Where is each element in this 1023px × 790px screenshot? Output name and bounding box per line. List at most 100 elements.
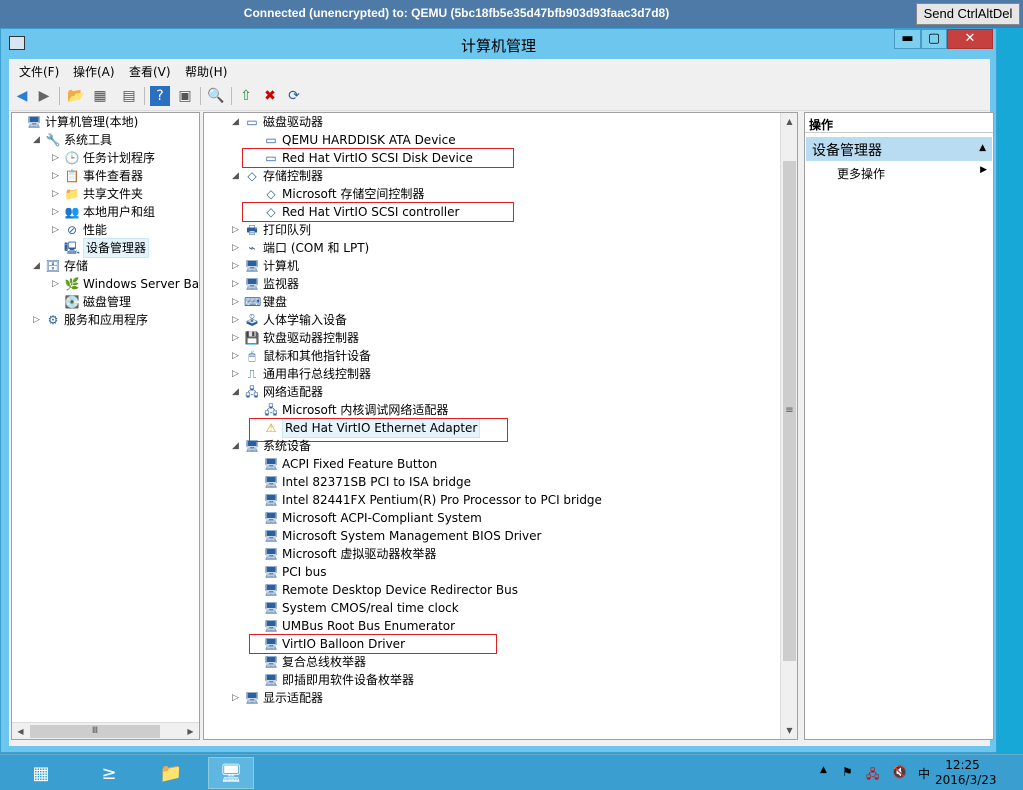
volume-muted-icon[interactable]: 🔇: [892, 765, 907, 779]
nav-node-label: 设备管理器: [83, 238, 150, 258]
device-vertical-scrollbar[interactable]: ▲ ≡ ▼: [780, 113, 797, 739]
clock-date: 2016/3/23: [935, 773, 997, 787]
network-adapter-icon: 🖧: [264, 403, 278, 417]
actions-header: 操作: [805, 113, 993, 133]
services-apps-icon: ⚙: [47, 313, 59, 327]
expand-arrow-icon[interactable]: ▷: [232, 275, 242, 293]
device-node-label: Remote Desktop Device Redirector Bus: [282, 583, 518, 597]
expand-arrow-icon[interactable]: ▷: [232, 311, 242, 329]
event-viewer-icon: 📋: [64, 169, 80, 183]
scroll-down-arrow-icon[interactable]: ▼: [781, 722, 797, 739]
expand-arrow-icon[interactable]: ▷: [52, 203, 62, 221]
port-icon: ⌁: [248, 241, 256, 255]
expand-arrow-icon[interactable]: ▷: [52, 275, 62, 293]
monitor-icon: 🖥: [244, 277, 260, 291]
minimize-button[interactable]: ▬: [894, 29, 921, 49]
scroll-left-arrow-icon[interactable]: ◀: [12, 723, 29, 739]
collapse-arrow-icon[interactable]: ◢: [33, 257, 43, 275]
back-arrow-icon[interactable]: ◀: [12, 86, 32, 106]
left-horizontal-scrollbar[interactable]: ◀ Ⅲ ▶: [12, 722, 199, 739]
nav-node-label: 系统工具: [64, 133, 113, 147]
expand-arrow-icon[interactable]: ▷: [52, 185, 62, 203]
device-node-label: 键盘: [263, 295, 288, 309]
network-error-icon[interactable]: 🖧: [866, 765, 879, 786]
close-button[interactable]: ✕: [947, 29, 993, 49]
expand-arrow-icon[interactable]: ▷: [52, 167, 62, 185]
tray-expand-icon[interactable]: ▲: [820, 765, 827, 775]
scroll-up-arrow-icon[interactable]: ▲: [781, 113, 797, 130]
collapse-arrow-icon[interactable]: ◢: [232, 383, 242, 401]
device-scroll-thumb[interactable]: ≡: [783, 161, 796, 661]
uninstall-device-icon[interactable]: ✖: [260, 86, 280, 106]
system-device-icon: 🖥: [263, 619, 279, 633]
maximize-button[interactable]: ▢: [921, 29, 947, 49]
system-tools-icon: 🔧: [45, 133, 61, 147]
collapse-arrow-icon[interactable]: ◢: [232, 167, 242, 185]
device-node-label: Intel 82441FX Pentium(R) Pro Processor t…: [282, 493, 602, 507]
properties-icon[interactable]: ▤: [119, 86, 139, 106]
more-actions-item[interactable]: 更多操作: [837, 165, 885, 182]
expand-arrow-icon[interactable]: ▷: [232, 239, 242, 257]
expand-arrow-icon[interactable]: ▷: [232, 257, 242, 275]
device-node-label: 磁盘驱动器: [263, 115, 324, 129]
server-manager-icon[interactable]: ▦: [18, 757, 64, 789]
device-node-label: 软盘驱动器控制器: [263, 331, 360, 345]
device-node-label: 系统设备: [263, 439, 312, 453]
disk-management-icon: 💽: [64, 295, 80, 309]
device-node-label: 鼠标和其他指针设备: [263, 349, 372, 363]
show-hide-tree-icon[interactable]: ▦: [90, 86, 110, 106]
expand-arrow-icon[interactable]: ▷: [232, 221, 242, 239]
menu-view[interactable]: 查看(V): [129, 63, 171, 80]
computer-management-task-icon[interactable]: 🖥: [208, 757, 254, 789]
nav-node-label: 计算机管理(本地): [45, 115, 139, 129]
window-title-bar[interactable]: 计算机管理 ▬ ▢ ✕: [1, 29, 996, 59]
expand-arrow-icon[interactable]: ▷: [232, 347, 242, 365]
collapse-triangle-icon[interactable]: ▲: [979, 143, 986, 153]
device-node-label: Microsoft 虚拟驱动器枚举器: [282, 547, 437, 561]
left-scroll-thumb[interactable]: Ⅲ: [30, 725, 160, 738]
powershell-icon[interactable]: ≥: [86, 757, 132, 789]
device-node-label: 打印队列: [263, 223, 312, 237]
collapse-arrow-icon[interactable]: ◢: [33, 131, 43, 149]
system-clock[interactable]: 12:25 2016/3/23: [935, 758, 997, 788]
update-driver-icon[interactable]: ⇧: [236, 86, 256, 106]
window-client-area: 文件(F) 操作(A) 查看(V) 帮助(H) ◀ ▶ 📂 ▦ ▤ ? ▣ 🔍 …: [9, 59, 994, 746]
scroll-right-arrow-icon[interactable]: ▶: [182, 723, 199, 739]
device-node-label: 监视器: [263, 277, 300, 291]
expand-arrow-icon[interactable]: ▷: [33, 311, 43, 329]
nav-node-label: 任务计划程序: [83, 151, 156, 165]
scan-hardware-icon[interactable]: 🔍: [206, 86, 226, 106]
taskbar: ▦ ≥ 📁 🖥 ▲ ⚑ 🖧 🔇 中 12:25 2016/3/23: [0, 754, 1023, 790]
action-center-flag-icon[interactable]: ⚑: [842, 765, 853, 779]
device-node-label: PCI bus: [282, 565, 327, 579]
keyboard-icon: ⌨: [244, 295, 262, 309]
help-icon[interactable]: ?: [150, 86, 170, 106]
nav-node-label: 本地用户和组: [83, 205, 156, 219]
ime-indicator[interactable]: 中: [918, 765, 930, 782]
device-node-label: 网络适配器: [263, 385, 324, 399]
expand-arrow-icon[interactable]: ▷: [52, 221, 62, 239]
expand-arrow-icon[interactable]: ▷: [232, 293, 242, 311]
file-explorer-icon[interactable]: 📁: [148, 757, 194, 789]
nav-node-label: 共享文件夹: [83, 187, 144, 201]
console-view-icon[interactable]: ▣: [175, 86, 195, 106]
device-node-label: 复合总线枚举器: [282, 655, 367, 669]
expand-arrow-icon[interactable]: ▷: [232, 365, 242, 383]
collapse-arrow-icon[interactable]: ◢: [232, 437, 242, 455]
expand-arrow-icon[interactable]: ▷: [52, 149, 62, 167]
menu-help[interactable]: 帮助(H): [185, 63, 227, 80]
expand-arrow-icon[interactable]: ▷: [232, 689, 242, 707]
more-actions-arrow-icon[interactable]: ▶: [980, 165, 987, 175]
up-folder-icon[interactable]: 📂: [66, 86, 86, 106]
menu-file[interactable]: 文件(F): [19, 63, 59, 80]
enable-device-icon[interactable]: ⟳: [284, 86, 304, 106]
system-device-icon: 🖥: [263, 547, 279, 561]
device-node-label: ACPI Fixed Feature Button: [282, 457, 438, 471]
send-ctrl-alt-del-button[interactable]: Send CtrlAltDel: [916, 3, 1020, 25]
collapse-arrow-icon[interactable]: ◢: [232, 113, 242, 131]
actions-section-device-manager[interactable]: 设备管理器 ▲: [806, 137, 992, 161]
menu-action[interactable]: 操作(A): [73, 63, 115, 80]
device-node-label: QEMU HARDDISK ATA Device: [282, 133, 456, 147]
forward-arrow-icon[interactable]: ▶: [34, 86, 54, 106]
expand-arrow-icon[interactable]: ▷: [232, 329, 242, 347]
